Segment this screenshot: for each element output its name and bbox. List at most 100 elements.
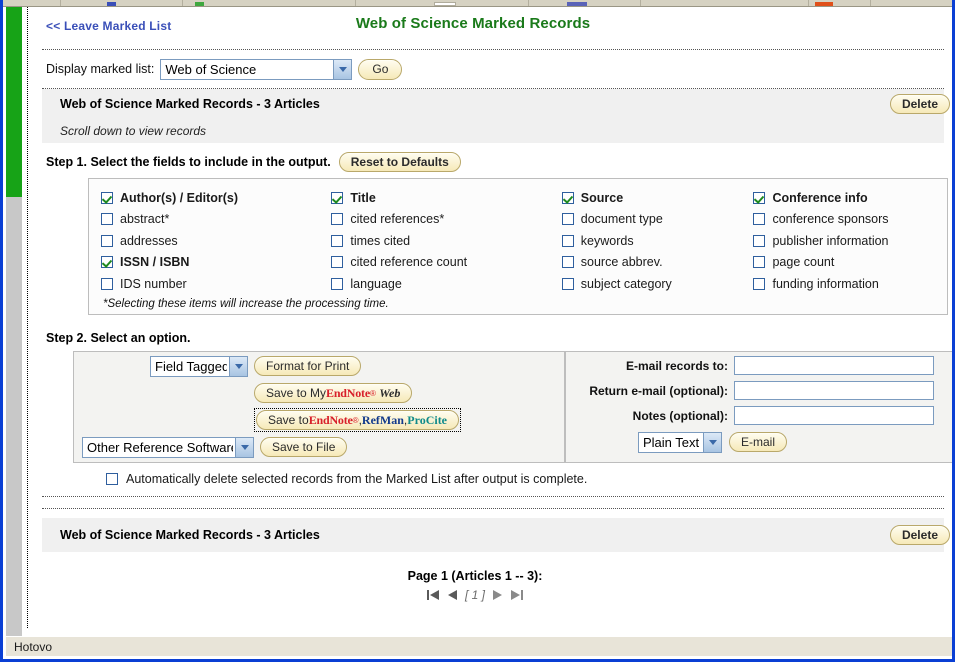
fields-column-2: Title cited references* times cited cite…	[331, 187, 561, 295]
email-format-select-wrap: Plain Text	[638, 431, 722, 453]
checkbox-icon[interactable]	[101, 256, 113, 269]
checkbox-icon[interactable]	[753, 213, 766, 226]
output-format-select[interactable]: Field Tagged	[150, 355, 248, 377]
email-format-select[interactable]: Plain Text	[638, 431, 722, 453]
fields-selection-box: Author(s) / Editor(s) abstract* addresse…	[88, 178, 948, 315]
display-list-select[interactable]: Web of Science	[160, 58, 353, 80]
checkbox-icon[interactable]	[331, 213, 344, 226]
format-for-print-button[interactable]: Format for Print	[254, 356, 362, 376]
checkbox-icon[interactable]	[331, 191, 344, 204]
checkbox-icon[interactable]	[753, 256, 766, 269]
field-checkbox-row[interactable]: Conference info	[753, 187, 947, 209]
field-checkbox-row[interactable]: publisher information	[753, 230, 947, 252]
delete-button-bottom[interactable]: Delete	[889, 524, 950, 545]
left-scroll-rail[interactable]	[6, 7, 22, 648]
refman-logo-text: RefMan	[361, 412, 404, 427]
field-checkbox-row[interactable]: cited references*	[331, 209, 561, 231]
save-to-file-button[interactable]: Save to File	[260, 437, 348, 457]
procite-logo-text: ProCite	[407, 412, 448, 427]
page-title: Web of Science Marked Records	[355, 15, 591, 32]
field-checkbox-row[interactable]: document type	[561, 209, 754, 231]
checkbox-icon[interactable]	[101, 234, 113, 247]
checkbox-icon[interactable]	[753, 277, 766, 290]
field-checkbox-row[interactable]: source abbrev.	[561, 252, 754, 274]
field-checkbox-row[interactable]: subject category	[561, 273, 754, 295]
field-checkbox-row[interactable]: Author(s) / Editor(s)	[101, 187, 331, 209]
save-endnote-web-row: Save to My EndNote ® Web	[74, 381, 564, 406]
field-label: IDS number	[120, 276, 187, 291]
notes-row: Notes (optional):	[566, 405, 952, 427]
checkbox-icon[interactable]	[331, 256, 344, 269]
field-checkbox-row[interactable]: ISSN / ISBN	[101, 252, 331, 274]
return-email-label: Return e-mail (optional):	[589, 383, 728, 398]
field-checkbox-row[interactable]: addresses	[101, 230, 331, 252]
checkbox-icon[interactable]	[106, 472, 118, 485]
field-checkbox-row[interactable]: funding information	[753, 273, 947, 295]
format-select-wrap: Field Tagged	[150, 355, 248, 377]
other-reference-software-select[interactable]: Other Reference Software	[82, 436, 254, 458]
next-page-icon[interactable]	[492, 589, 503, 601]
auto-delete-row[interactable]: Automatically delete selected records fr…	[28, 463, 952, 486]
checkbox-icon[interactable]	[561, 191, 574, 204]
fields-processing-note: *Selecting these items will increase the…	[103, 297, 389, 310]
step2-heading: Step 2. Select an option.	[46, 330, 191, 345]
email-to-input[interactable]	[734, 356, 934, 375]
field-checkbox-row[interactable]: keywords	[561, 230, 754, 252]
endnote-logo-text: EndNote	[326, 385, 370, 400]
field-checkbox-row[interactable]: Title	[331, 187, 561, 209]
checkbox-icon[interactable]	[753, 234, 766, 247]
checkbox-icon[interactable]	[561, 277, 574, 290]
delete-button-top[interactable]: Delete	[889, 94, 950, 114]
field-checkbox-row[interactable]: conference sponsors	[753, 209, 947, 231]
display-marked-list-label: Display marked list:	[46, 62, 155, 76]
save-to-endnote-web-button[interactable]: Save to My EndNote ® Web	[254, 383, 413, 403]
save-to-endnote-refman-procite-button[interactable]: Save to EndNote ®, RefMan, ProCite	[256, 410, 460, 430]
field-checkbox-row[interactable]: abstract*	[101, 209, 331, 231]
field-checkbox-row[interactable]: times cited	[331, 230, 561, 252]
field-checkbox-row[interactable]: page count	[753, 252, 947, 274]
display-list-select-wrap: Web of Science	[160, 58, 353, 80]
email-button[interactable]: E-mail	[729, 432, 788, 452]
save-endnote-refman-procite-row: Save to EndNote ®, RefMan, ProCite	[74, 408, 564, 433]
checkbox-icon[interactable]	[101, 277, 113, 290]
previous-page-icon[interactable]	[447, 589, 458, 601]
last-page-icon[interactable]	[510, 589, 523, 601]
checkbox-icon[interactable]	[331, 277, 344, 290]
other-software-select-slot: Other Reference Software	[74, 436, 260, 458]
checkbox-icon[interactable]	[561, 234, 574, 247]
toolbar-icon	[434, 2, 456, 6]
return-email-input[interactable]	[734, 381, 934, 400]
checkbox-icon[interactable]	[101, 213, 113, 226]
field-label: page count	[772, 255, 835, 270]
field-label: cited reference count	[350, 255, 468, 270]
checkbox-icon[interactable]	[753, 191, 766, 204]
save-to-file-row: Other Reference Software Save to File	[74, 435, 564, 460]
field-label: keywords	[580, 233, 634, 248]
notes-label: Notes (optional):	[632, 408, 728, 423]
field-label: language	[350, 276, 402, 291]
display-marked-list-row: Display marked list: Web of Science Go	[28, 50, 952, 88]
field-checkbox-row[interactable]: cited reference count	[331, 252, 561, 274]
window-toolbar-strip	[3, 0, 952, 7]
status-bar-text: Hotovo	[14, 639, 53, 654]
other-software-select-wrap: Other Reference Software	[82, 436, 254, 458]
field-checkbox-row[interactable]: IDS number	[101, 273, 331, 295]
go-button[interactable]: Go	[358, 58, 403, 80]
field-label: document type	[580, 212, 663, 227]
checkbox-icon[interactable]	[561, 213, 574, 226]
checkbox-icon[interactable]	[101, 191, 113, 204]
toolbar-cell	[641, 0, 809, 6]
pager-controls: [ 1 ]	[28, 588, 952, 602]
checkbox-icon[interactable]	[331, 234, 344, 247]
notes-input[interactable]	[734, 406, 934, 425]
focused-button-outline: Save to EndNote ®, RefMan, ProCite	[254, 408, 462, 432]
step2-output-panel: Field Tagged Format for Print Save to My…	[73, 350, 565, 463]
first-page-icon[interactable]	[426, 589, 440, 601]
field-checkbox-row[interactable]: Source	[561, 187, 754, 209]
browser-window: << Leave Marked List Web of Science Mark…	[0, 0, 955, 662]
field-label: abstract*	[120, 212, 170, 227]
field-checkbox-row[interactable]: language	[331, 273, 561, 295]
checkbox-icon[interactable]	[561, 256, 574, 269]
reset-to-defaults-button[interactable]: Reset to Defaults	[338, 152, 461, 172]
step1-heading-row: Step 1. Select the fields to include in …	[28, 143, 952, 178]
